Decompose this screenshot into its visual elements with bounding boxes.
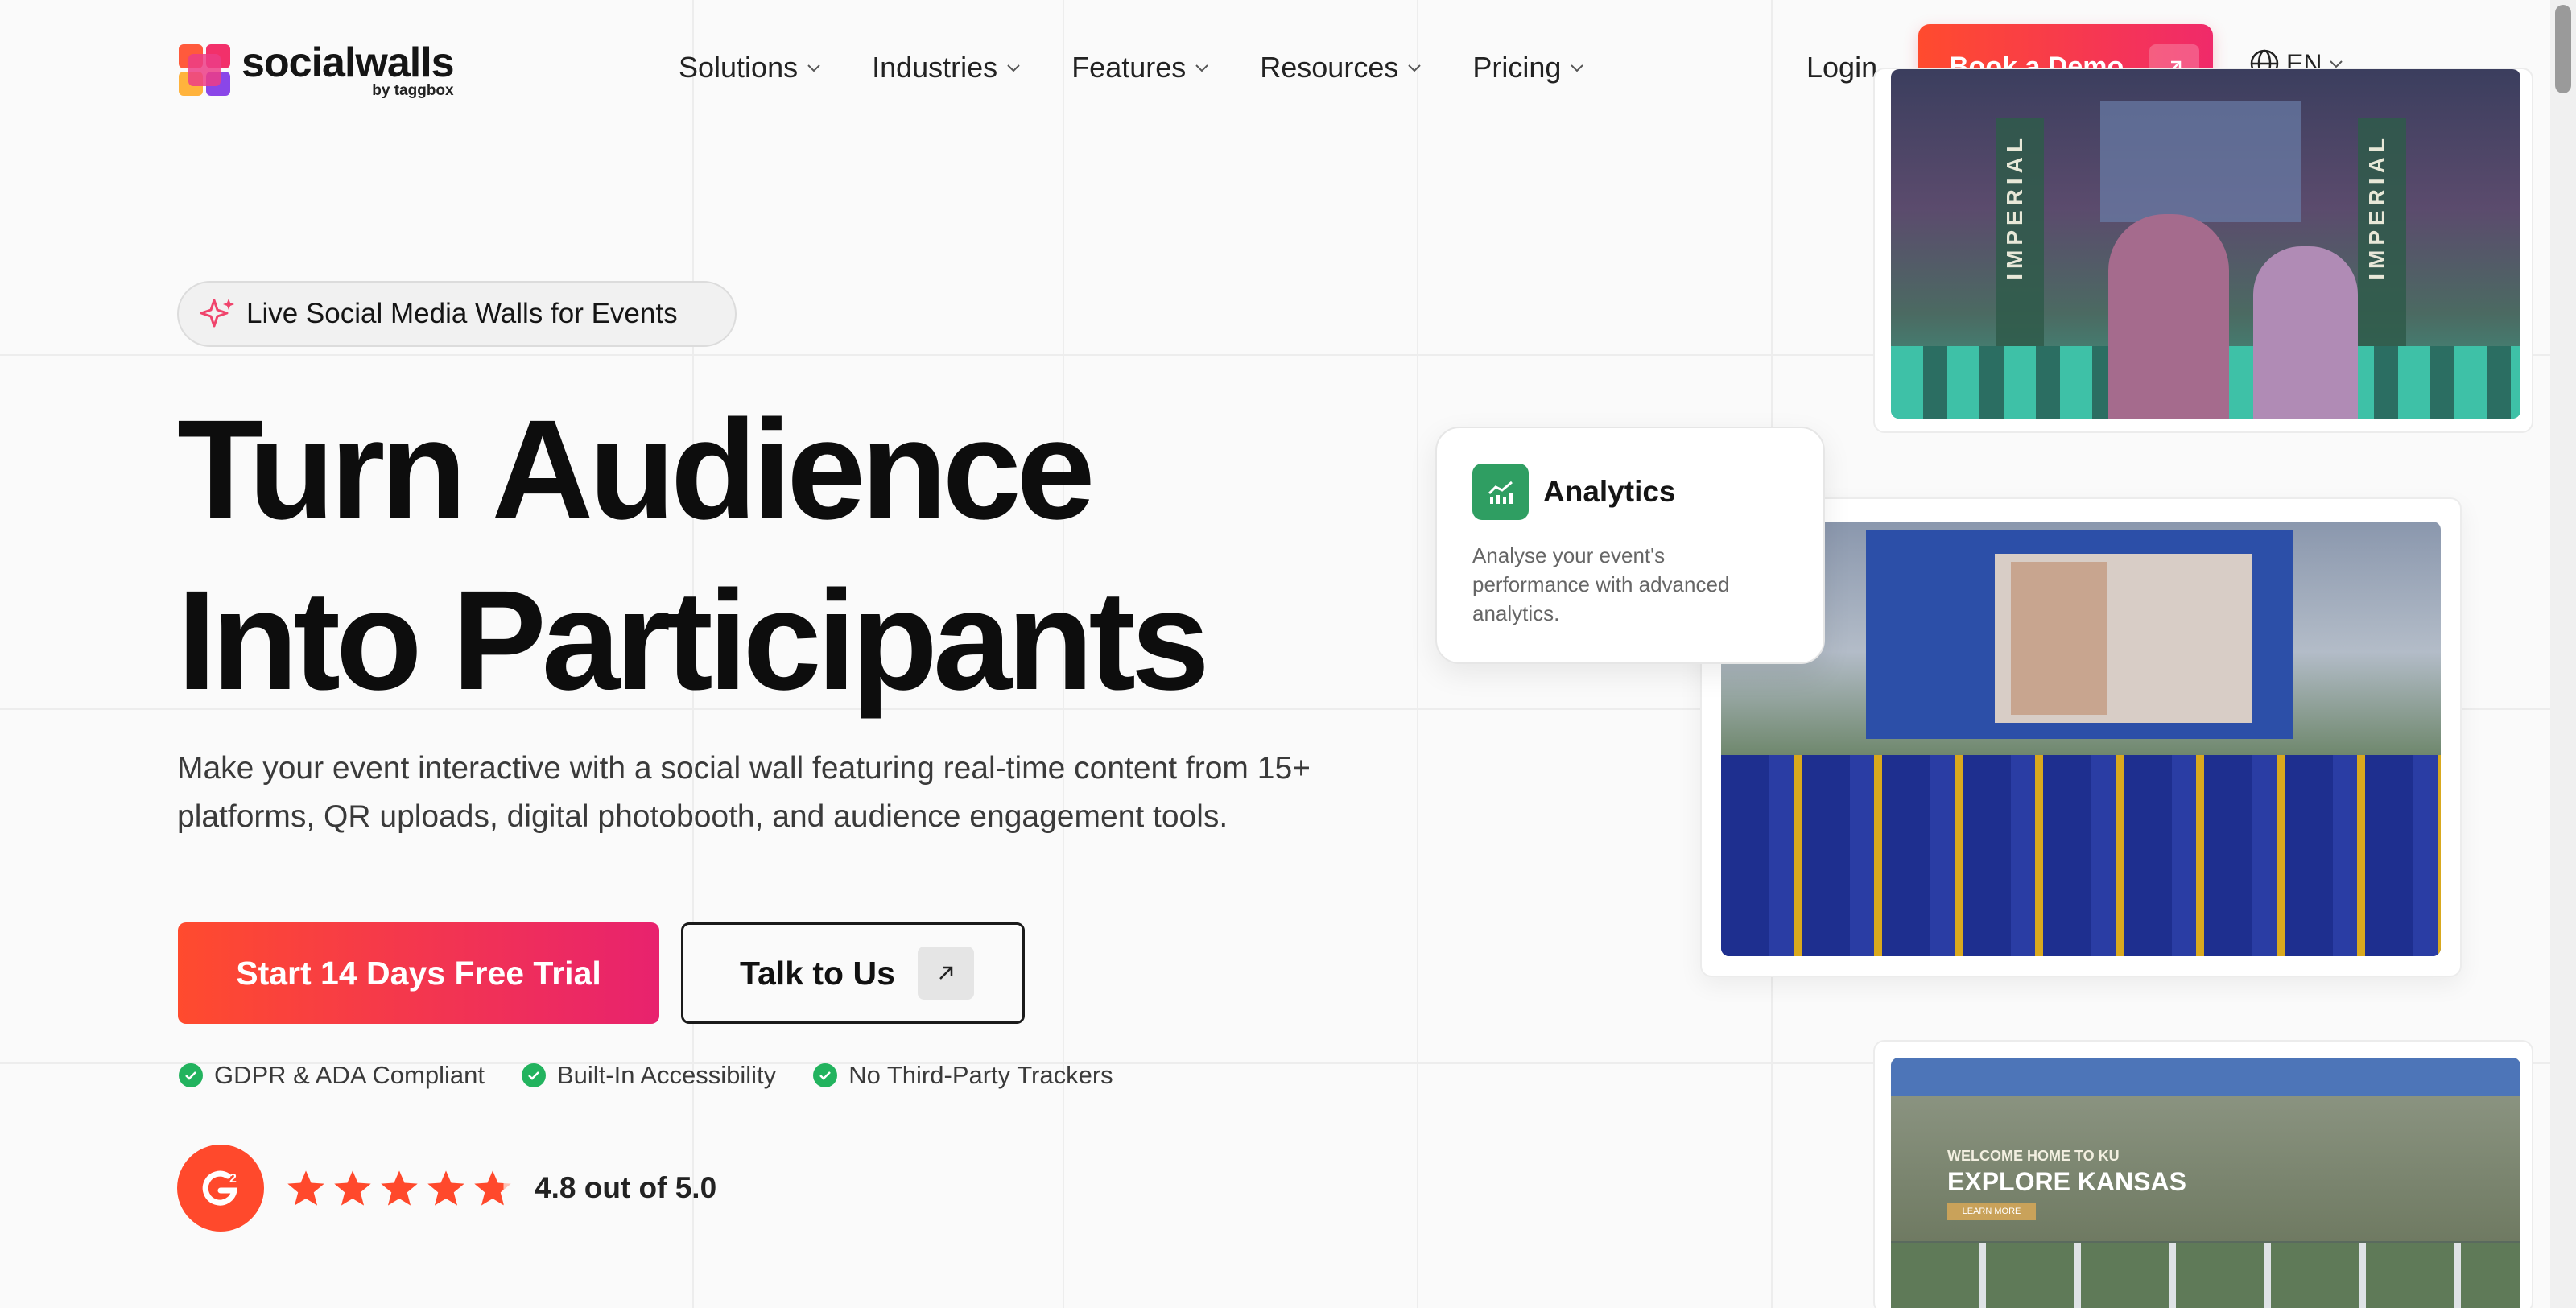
check-circle-icon [179,1063,203,1087]
nav-label: Solutions [679,51,799,84]
g2-logo-icon: 2 [177,1145,264,1232]
event-photo-card-top: IMPERIAL IMPERIAL [1873,68,2533,433]
trust-item: Built-In Accessibility [521,1061,777,1090]
check-circle-icon [813,1063,838,1087]
star-icon [381,1170,418,1206]
banner-text-right: IMPERIAL [2364,134,2389,280]
logo[interactable]: socialwalls by taggbox [179,39,455,101]
badge-label: Live Social Media Walls for Events [246,298,678,329]
event-photo-card-bottom: WELCOME HOME TO KU EXPLORE KANSAS LEARN … [1873,1040,2533,1308]
logo-byline: by taggbox [372,82,454,99]
star-icon [474,1170,511,1206]
trust-item: GDPR & ADA Compliant [179,1061,485,1090]
talk-to-us-button[interactable]: Talk to Us [681,922,1025,1024]
hero-subtitle: Make your event interactive with a socia… [177,751,1311,834]
page-title: Turn Audience Into Participants [177,385,1210,726]
chevron-down-icon [1007,64,1020,72]
banner-text-left: IMPERIAL [2002,134,2027,280]
talk-to-us-label: Talk to Us [740,954,895,992]
nav-industries[interactable]: Industries [872,51,1022,85]
page-scrollbar[interactable] [2550,0,2576,1308]
nav-label: Pricing [1472,51,1562,84]
g2-rating: 2 4.8 out of 5.0 [177,1145,716,1232]
nav-label: Resources [1260,51,1399,84]
analytics-description: Analyse your event's performance with ad… [1472,543,1730,625]
main-nav: Solutions Industries Features Resources … [679,47,1635,89]
nav-solutions[interactable]: Solutions [679,51,822,85]
kansas-headline: EXPLORE KANSAS [1947,1167,2186,1196]
trust-badges: GDPR & ADA Compliant Built-In Accessibil… [179,1061,1150,1090]
sparkle-icon [200,299,234,328]
arrow-up-right-icon [917,947,974,1000]
nav-pricing[interactable]: Pricing [1472,51,1585,85]
kansas-welcome: WELCOME HOME TO KU [1947,1148,2120,1164]
trust-label: GDPR & ADA Compliant [214,1061,485,1089]
svg-text:2: 2 [229,1172,237,1186]
trust-item: No Third-Party Trackers [813,1061,1113,1090]
login-link[interactable]: Login [1806,47,1877,89]
trust-label: No Third-Party Trackers [848,1061,1113,1089]
socialwalls-logo-icon [179,44,232,97]
analytics-feature-card: Analytics Analyse your event's performan… [1435,427,1825,664]
graduation-hall-photo: IMPERIAL IMPERIAL [1891,69,2520,419]
university-website-photo: WELCOME HOME TO KU EXPLORE KANSAS LEARN … [1891,1058,2520,1308]
rating-text: 4.8 out of 5.0 [535,1171,717,1204]
star-icon [287,1170,324,1206]
start-free-trial-button[interactable]: Start 14 Days Free Trial [178,922,659,1024]
logo-wordmark: socialwalls [242,39,455,86]
nav-label: Features [1071,51,1187,84]
check-circle-icon [521,1063,546,1087]
headline-line-2: Into Participants [177,562,1210,720]
nav-resources[interactable]: Resources [1260,51,1422,85]
chevron-down-icon [807,64,820,72]
chevron-down-icon [1195,64,1208,72]
chevron-down-icon [1408,64,1422,72]
kansas-learn-more: LEARN MORE [1947,1203,2036,1220]
trust-label: Built-In Accessibility [556,1061,777,1089]
graduation-stage-photo [1721,522,2441,956]
analytics-title: Analytics [1543,475,1676,508]
scrollbar-thumb[interactable] [2555,5,2571,93]
chevron-down-icon [1571,64,1584,72]
star-icon [427,1170,464,1206]
star-rating [285,1168,518,1208]
event-badge: Live Social Media Walls for Events [177,281,737,347]
headline-line-1: Turn Audience [177,391,1095,549]
nav-label: Industries [872,51,998,84]
analytics-chart-icon [1472,464,1529,520]
nav-features[interactable]: Features [1071,51,1210,85]
star-icon [334,1170,371,1206]
